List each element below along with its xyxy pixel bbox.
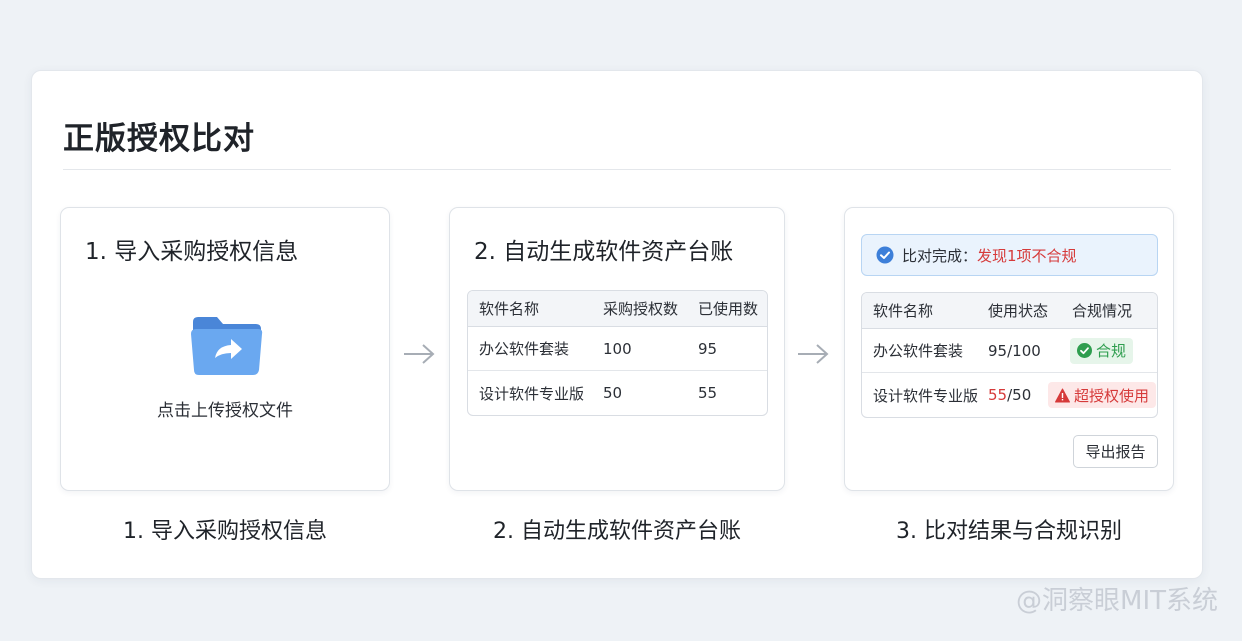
usage-total: /100 — [1007, 341, 1041, 360]
cell-used: 95 — [698, 339, 718, 358]
arrow-right-icon — [404, 344, 435, 364]
cell-purchased: 100 — [603, 339, 632, 358]
compliance-table: 软件名称 使用状态 合规情况 办公软件套装 95/100 合规 设计软件专业版 … — [861, 292, 1158, 418]
check-circle-icon — [1077, 343, 1092, 358]
step2-caption: 2. 自动生成软件资产台账 — [493, 519, 741, 544]
usage-used: 55 — [988, 386, 1008, 404]
status-badge: 超授权使用 — [1048, 382, 1157, 408]
step3-card: 比对完成： 发现1项不合规 软件名称 使用状态 合规情况 办公软件套装 95/1… — [844, 207, 1174, 491]
step2-title: 2. 自动生成软件资产台账 — [474, 239, 734, 265]
step1-title: 1. 导入采购授权信息 — [85, 239, 299, 265]
table-row: 设计软件专业版 50 55 — [468, 371, 767, 415]
main-panel: 正版授权比对 1. 导入采购授权信息 点击上传授权文件 2. 自动生成软件资产台… — [31, 70, 1203, 579]
step1-card: 1. 导入采购授权信息 点击上传授权文件 — [60, 207, 390, 491]
folder-upload-icon[interactable] — [189, 314, 265, 376]
status-label: 合规 — [1096, 342, 1127, 360]
check-circle-icon — [876, 246, 894, 264]
header-software-name: 软件名称 — [873, 302, 934, 320]
export-report-button[interactable]: 导出报告 — [1073, 435, 1158, 468]
asset-ledger-table: 软件名称 采购授权数 已使用数 办公软件套装 100 95 设计软件专业版 50… — [467, 290, 768, 416]
header-purchased: 采购授权数 — [603, 300, 679, 318]
cell-name: 设计软件专业版 — [873, 386, 979, 405]
table-row: 办公软件套装 95/100 合规 — [862, 329, 1157, 373]
page-title: 正版授权比对 — [63, 121, 255, 157]
table-row: 办公软件套装 100 95 — [468, 327, 767, 371]
step1-caption: 1. 导入采购授权信息 — [123, 519, 327, 544]
step2-card: 2. 自动生成软件资产台账 软件名称 采购授权数 已使用数 办公软件套装 100… — [449, 207, 785, 491]
cell-usage: 95/100 — [988, 329, 1041, 372]
table-header: 软件名称 使用状态 合规情况 — [862, 293, 1157, 329]
header-used: 已使用数 — [698, 300, 759, 318]
cell-compliance: 超授权使用 — [1048, 373, 1157, 417]
result-banner: 比对完成： 发现1项不合规 — [861, 234, 1158, 276]
cell-name: 办公软件套装 — [873, 342, 964, 360]
status-badge: 合规 — [1070, 337, 1134, 364]
upload-label[interactable]: 点击上传授权文件 — [61, 396, 389, 421]
banner-alert: 发现1项不合规 — [977, 246, 1077, 265]
step3-caption: 3. 比对结果与合规识别 — [896, 519, 1122, 544]
cell-usage: 55/50 — [988, 373, 1031, 417]
usage-total: /50 — [1007, 386, 1032, 404]
usage-used: 95 — [988, 341, 1008, 360]
table-row: 设计软件专业版 55/50 超授权使用 — [862, 373, 1157, 417]
warning-icon — [1055, 388, 1070, 402]
banner-prefix: 比对完成： — [902, 246, 978, 265]
cell-compliance: 合规 — [1070, 329, 1134, 372]
arrow-right-icon — [798, 344, 829, 364]
title-divider — [63, 169, 1171, 170]
cell-name: 办公软件套装 — [479, 340, 570, 358]
cell-purchased: 50 — [603, 384, 623, 402]
header-usage-status: 使用状态 — [988, 302, 1049, 320]
header-compliance: 合规情况 — [1072, 302, 1133, 320]
cell-name: 设计软件专业版 — [479, 384, 585, 403]
header-software-name: 软件名称 — [479, 300, 540, 318]
watermark: @洞察眼MIT系统 — [1016, 586, 1218, 616]
status-label: 超授权使用 — [1074, 386, 1150, 405]
table-header: 软件名称 采购授权数 已使用数 — [468, 291, 767, 327]
cell-used: 55 — [698, 384, 718, 402]
